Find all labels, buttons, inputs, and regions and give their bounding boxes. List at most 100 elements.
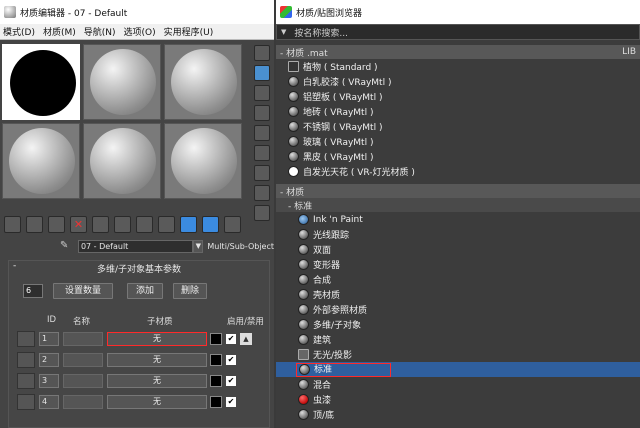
rollout-header[interactable]: - 多维/子对象基本参数 <box>9 261 269 275</box>
show-end-result-icon[interactable] <box>180 216 197 233</box>
backlight-icon[interactable] <box>254 85 270 101</box>
list-item-standard-selected[interactable]: 标准 <box>276 362 640 377</box>
eyedropper-icon[interactable]: ✎ <box>60 240 72 252</box>
sample-slot-4[interactable] <box>2 123 80 199</box>
reset-map-icon[interactable]: ✕ <box>70 216 87 233</box>
list-item[interactable]: 壳材质 <box>276 287 640 302</box>
list-item[interactable]: 光线跟踪 <box>276 227 640 242</box>
name-field[interactable] <box>63 352 103 367</box>
id-field[interactable]: 2 <box>39 352 59 367</box>
material-count-field[interactable]: 6 <box>23 284 43 298</box>
options-icon[interactable] <box>254 185 270 201</box>
background-icon[interactable] <box>254 105 270 121</box>
vraymtl-icon <box>288 136 299 147</box>
list-item[interactable]: 顶/底 <box>276 407 640 422</box>
list-item[interactable]: 铝塑板 ( VRayMtl ) <box>276 89 640 104</box>
id-field[interactable]: 4 <box>39 394 59 409</box>
menu-navigation[interactable]: 导航(N) <box>84 25 116 38</box>
make-unique-icon[interactable] <box>92 216 109 233</box>
submaterial-button[interactable]: 无 <box>107 331 207 346</box>
row-select[interactable] <box>17 393 35 410</box>
row-select[interactable] <box>17 330 35 347</box>
scroll-up-icon[interactable]: ▲ <box>240 332 252 345</box>
chevron-down-icon[interactable]: ▼ <box>193 239 204 253</box>
submaterial-button[interactable]: 无 <box>107 373 207 388</box>
list-item[interactable]: 不锈钢 ( VRayMtl ) <box>276 119 640 134</box>
assign-to-selection-icon[interactable] <box>48 216 65 233</box>
material-type-button[interactable]: Multi/Sub-Object <box>207 242 274 251</box>
name-field[interactable] <box>63 331 103 346</box>
standard-subgroup[interactable]: - 标准 <box>276 198 640 212</box>
submaterial-button[interactable]: 无 <box>107 394 207 409</box>
sample-slot-1[interactable] <box>2 44 80 120</box>
id-field[interactable]: 1 <box>39 331 59 346</box>
color-swatch[interactable] <box>210 353 222 366</box>
enable-checkbox[interactable]: ✔ <box>226 375 236 386</box>
col-name[interactable]: 名称 <box>73 315 133 327</box>
list-item[interactable]: 多维/子对象 <box>276 317 640 332</box>
list-item[interactable]: 建筑 <box>276 332 640 347</box>
chevron-down-icon[interactable]: ▼ <box>281 28 286 36</box>
color-swatch[interactable] <box>210 395 222 408</box>
enable-checkbox[interactable]: ✔ <box>226 396 236 407</box>
list-item[interactable]: 白乳胶漆 ( VRayMtl ) <box>276 74 640 89</box>
browser-titlebar[interactable]: 材质/贴图浏览器 <box>276 0 640 24</box>
collapse-icon[interactable]: - <box>13 261 16 271</box>
list-item[interactable]: 外部参照材质 <box>276 302 640 317</box>
set-number-button[interactable]: 设置数量 <box>53 283 113 299</box>
list-item[interactable]: 自发光天花 ( VR-灯光材质 ) <box>276 164 640 179</box>
list-item[interactable]: 玻璃 ( VRayMtl ) <box>276 134 640 149</box>
id-field[interactable]: 3 <box>39 373 59 388</box>
get-material-icon[interactable] <box>4 216 21 233</box>
magnify-icon[interactable] <box>254 65 270 81</box>
sample-slot-6[interactable] <box>164 123 242 199</box>
editor-toolbar: ✕ <box>4 216 268 236</box>
editor-titlebar[interactable]: 材质编辑器 - 07 - Default <box>0 0 274 24</box>
menu-mode[interactable]: 模式(D) <box>3 25 35 38</box>
show-map-in-viewport-icon[interactable] <box>158 216 175 233</box>
row-select[interactable] <box>17 372 35 389</box>
col-id[interactable]: ID <box>47 315 67 327</box>
list-item[interactable]: 合成 <box>276 272 640 287</box>
submaterial-button[interactable]: 无 <box>107 352 207 367</box>
materials-group[interactable]: - 材质 <box>276 184 640 198</box>
enable-checkbox[interactable]: ✔ <box>226 354 236 365</box>
enable-checkbox[interactable]: ✔ <box>226 333 236 344</box>
menu-options[interactable]: 选项(O) <box>124 25 156 38</box>
color-swatch[interactable] <box>210 374 222 387</box>
scene-library-group[interactable]: - 材质 .mat LIB <box>276 45 640 59</box>
put-to-library-icon[interactable] <box>114 216 131 233</box>
uv-tiling-icon[interactable] <box>254 125 270 141</box>
search-input[interactable]: ▼ 按名称搜索... <box>276 24 640 40</box>
sample-slot-3[interactable] <box>164 44 242 120</box>
col-submaterial[interactable]: 子材质 <box>147 315 227 327</box>
list-item[interactable]: 无光/投影 <box>276 347 640 362</box>
material-sphere-icon <box>298 334 309 345</box>
row-select[interactable] <box>17 351 35 368</box>
put-to-scene-icon[interactable] <box>26 216 43 233</box>
go-forward-to-sibling-icon[interactable] <box>224 216 241 233</box>
name-field[interactable] <box>63 394 103 409</box>
sample-slot-5[interactable] <box>83 123 161 199</box>
color-swatch[interactable] <box>210 332 222 345</box>
sample-type-icon[interactable] <box>254 45 270 61</box>
list-item[interactable]: Ink 'n Paint <box>276 212 640 227</box>
list-item[interactable]: 植物 ( Standard ) <box>276 59 640 74</box>
list-item[interactable]: 地砖 ( VRayMtl ) <box>276 104 640 119</box>
video-color-check-icon[interactable] <box>254 145 270 161</box>
list-item[interactable]: 混合 <box>276 377 640 392</box>
sample-slot-2[interactable] <box>83 44 161 120</box>
list-item[interactable]: 虫漆 <box>276 392 640 407</box>
name-field[interactable] <box>63 373 103 388</box>
material-id-channel-icon[interactable] <box>136 216 153 233</box>
delete-button[interactable]: 删除 <box>173 283 207 299</box>
go-to-parent-icon[interactable] <box>202 216 219 233</box>
list-item[interactable]: 变形器 <box>276 257 640 272</box>
menu-material[interactable]: 材质(M) <box>43 25 76 38</box>
list-item[interactable]: 黑皮 ( VRayMtl ) <box>276 149 640 164</box>
add-button[interactable]: 添加 <box>127 283 163 299</box>
list-item[interactable]: 双面 <box>276 242 640 257</box>
menu-utilities[interactable]: 实用程序(U) <box>164 25 214 38</box>
make-preview-icon[interactable] <box>254 165 270 181</box>
material-name-field[interactable]: 07 - Default <box>77 239 194 253</box>
